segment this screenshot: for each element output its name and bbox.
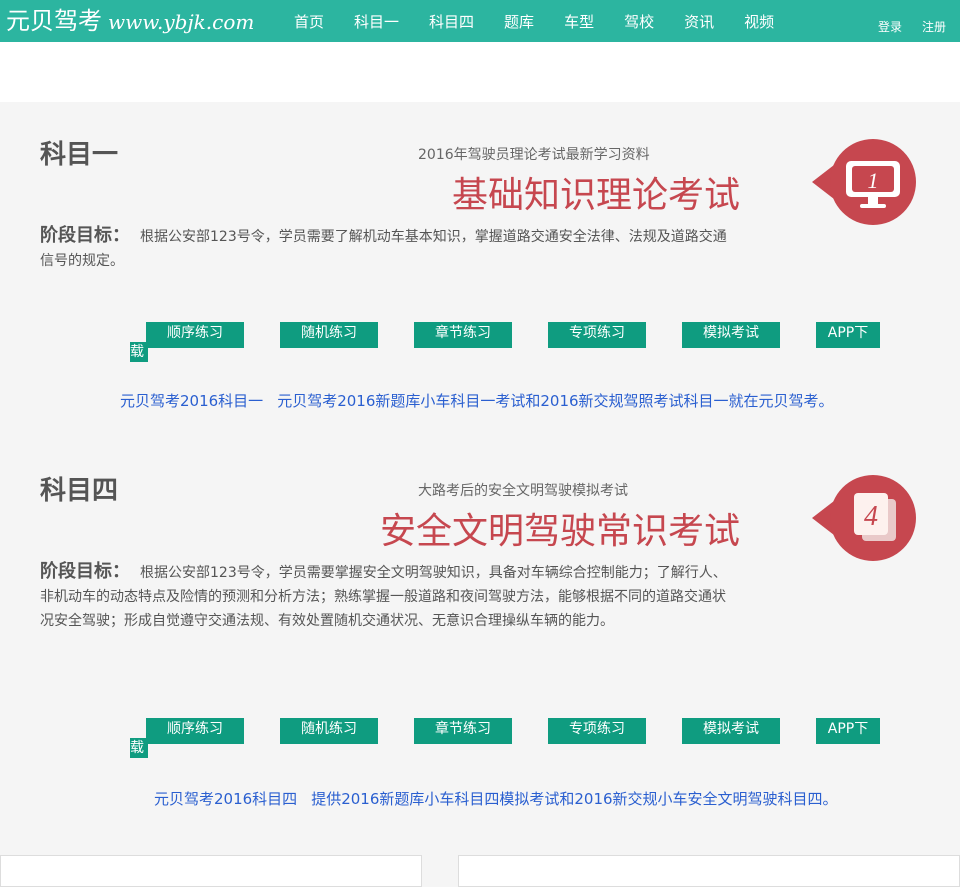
link-subject-one-desc[interactable]: 元贝驾考2016新题库小车科目一考试和2016新交规驾照考试科目一就在元贝驾考。 — [277, 392, 833, 410]
site-logo[interactable]: 元贝驾考 www.ybjk.com — [6, 6, 254, 37]
section-headline: 安全文明驾驶常识考试 — [379, 511, 740, 552]
link-subject-four[interactable]: 元贝驾考2016科目四 — [154, 790, 297, 808]
badge-number: 1 — [868, 168, 879, 193]
bottom-panel-right — [458, 855, 960, 887]
nav-question-bank[interactable]: 题库 — [492, 0, 546, 42]
link-subject-four-desc[interactable]: 提供2016新题库小车科目四模拟考试和2016新交规小车安全文明驾驶科目四。 — [311, 790, 837, 808]
register-link[interactable]: 注册 — [922, 18, 946, 35]
monitor-icon: 1 — [812, 139, 916, 225]
section-links: 元贝驾考2016科目一 元贝驾考2016新题库小车科目一考试和2016新交规驾照考… — [120, 390, 834, 411]
stage-goal: 阶段目标： 根据公安部123号令，学员需要掌握安全文明驾驶知识，具备对车辆综合控制… — [40, 560, 730, 633]
section-subject-four: 科目四 大路考后的安全文明驾驶模拟考试 安全文明驾驶常识考试 4 阶段目标： 根据… — [0, 470, 960, 850]
top-header: 元贝驾考 www.ybjk.com 首页 科目一 科目四 题库 车型 驾校 资讯 … — [0, 0, 960, 42]
banner-strip — [0, 42, 960, 102]
nav-home[interactable]: 首页 — [282, 0, 336, 42]
logo-text: 元贝驾考 — [6, 7, 102, 35]
nav-subject-one[interactable]: 科目一 — [342, 0, 411, 42]
nav-driving-school[interactable]: 驾校 — [612, 0, 666, 42]
auth-links: 登录 注册 — [858, 18, 946, 35]
app-download-label-wrap: 载 — [130, 342, 148, 362]
logo-url: www.ybjk.com — [108, 10, 255, 34]
main-nav: 首页 科目一 科目四 题库 车型 驾校 资讯 视频 — [282, 0, 792, 42]
section-subtitle: 大路考后的安全文明驾驶模拟考试 — [418, 483, 628, 499]
nav-subject-four[interactable]: 科目四 — [417, 0, 486, 42]
section-subject-one: 科目一 2016年驾驶员理论考试最新学习资料 基础知识理论考试 1 阶段目标：根… — [0, 134, 960, 514]
app-download-button[interactable]: APP下 载 — [130, 718, 880, 758]
app-download-button[interactable]: APP下 载 — [130, 322, 880, 362]
goal-text: 根据公安部123号令，学员需要了解机动车基本知识，掌握道路交通安全法律、法规及道… — [40, 229, 727, 269]
section-subtitle: 2016年驾驶员理论考试最新学习资料 — [418, 147, 650, 163]
section-headline: 基础知识理论考试 — [451, 175, 740, 216]
bottom-panel-left — [0, 855, 422, 887]
nav-video[interactable]: 视频 — [732, 0, 786, 42]
section-title: 科目一 — [40, 140, 119, 170]
badge-number: 4 — [864, 501, 878, 532]
login-link[interactable]: 登录 — [878, 18, 902, 35]
section-title: 科目四 — [40, 476, 119, 506]
stage-goal: 阶段目标： 根据公安部123号令，学员需要了解机动车基本知识，掌握道路交通安全法律… — [40, 224, 730, 273]
goal-text: 根据公安部123号令，学员需要掌握安全文明驾驶知识，具备对车辆综合控制能力；了解… — [40, 565, 727, 629]
nav-car-type[interactable]: 车型 — [552, 0, 606, 42]
link-subject-one[interactable]: 元贝驾考2016科目一 — [120, 392, 263, 410]
app-download-label: APP下 — [816, 322, 880, 348]
section-links: 元贝驾考2016科目四 提供2016新题库小车科目四模拟考试和2016新交规小车安… — [154, 788, 838, 809]
cards-icon: 4 — [812, 475, 916, 561]
nav-news[interactable]: 资讯 — [672, 0, 726, 42]
app-download-label: APP下 — [816, 718, 880, 744]
goal-label: 阶段目标： — [40, 561, 130, 582]
goal-label: 阶段目标： — [40, 225, 130, 246]
app-download-label-wrap: 载 — [130, 738, 148, 758]
